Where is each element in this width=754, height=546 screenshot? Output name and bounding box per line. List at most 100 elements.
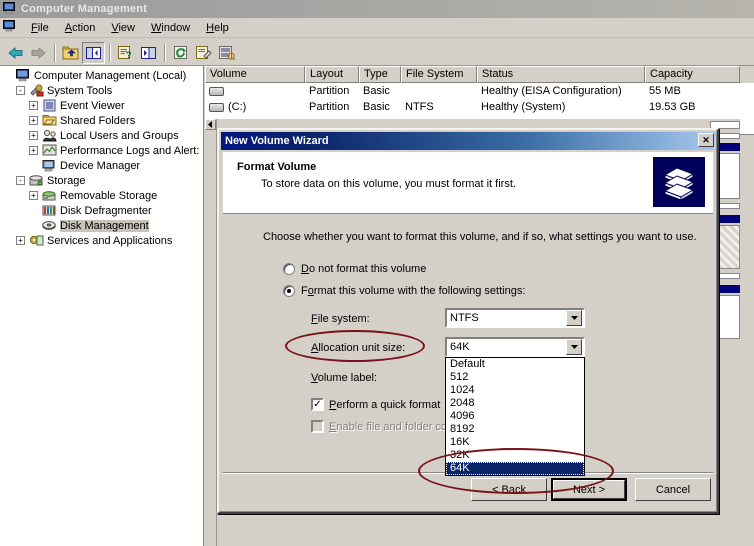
sidebar-item-storage[interactable]: - Storage xyxy=(0,173,203,188)
toolbar-separator xyxy=(54,43,55,62)
pane-splitter[interactable] xyxy=(205,119,217,546)
column-header-file-system[interactable]: File System xyxy=(401,66,477,83)
show-hide-tree-icon[interactable] xyxy=(82,41,105,64)
sidebar-item-disk-defragmenter[interactable]: Disk Defragmenter xyxy=(0,203,203,218)
dropdown-option[interactable]: 512 xyxy=(446,371,584,384)
window-title-bar: Computer Management xyxy=(0,0,754,18)
sidebar-item-device-manager[interactable]: Device Manager xyxy=(0,158,203,173)
radio-format-volume-label: Format this volume with the following se… xyxy=(301,285,526,297)
dropdown-option[interactable]: 8192 xyxy=(446,423,584,436)
dialog-header-title: Format Volume xyxy=(237,161,317,173)
toolbar-separator-3 xyxy=(164,43,165,62)
sidebar-item-label: Disk Management xyxy=(60,219,149,232)
expand-icon[interactable]: + xyxy=(29,191,38,200)
column-header-volume[interactable]: Volume xyxy=(205,66,305,83)
forward-icon xyxy=(27,42,50,64)
dropdown-option[interactable]: 32K xyxy=(446,449,584,462)
sidebar-item-removable-storage[interactable]: + Removable Storage xyxy=(0,188,203,203)
tree-root[interactable]: Computer Management (Local) xyxy=(0,68,203,83)
up-one-level-icon[interactable] xyxy=(59,42,82,64)
close-glyph: ✕ xyxy=(702,134,710,145)
expand-icon[interactable]: + xyxy=(29,116,38,125)
enable-compression-checkbox-row: Enable file and folder co xyxy=(311,420,447,433)
cancel-button[interactable]: Cancel xyxy=(635,478,711,501)
refresh-icon[interactable] xyxy=(169,42,192,64)
radio-format-volume[interactable]: Format this volume with the following se… xyxy=(283,285,525,297)
column-header-layout[interactable]: Layout xyxy=(305,66,359,83)
allocation-unit-size-label: Allocation unit size: xyxy=(311,342,406,354)
users-icon xyxy=(41,129,57,143)
properties-icon[interactable] xyxy=(192,42,215,64)
allocation-unit-size-combobox[interactable]: 64K xyxy=(445,337,585,357)
sidebar-item-shared-folders[interactable]: + Shared Folders xyxy=(0,113,203,128)
shared-folders-icon xyxy=(41,114,57,128)
export-list-icon[interactable] xyxy=(137,42,160,64)
window-title-text: Computer Management xyxy=(21,3,148,15)
radio-do-not-format[interactable]: Do not format this volume xyxy=(283,263,426,275)
performance-icon xyxy=(41,144,57,158)
chevron-down-icon[interactable] xyxy=(566,339,582,355)
collapse-icon[interactable]: - xyxy=(16,86,25,95)
column-header-type[interactable]: Type xyxy=(359,66,401,83)
menu-item-action[interactable]: Action xyxy=(57,20,104,36)
expand-icon[interactable]: + xyxy=(16,236,25,245)
sidebar-item-label: Event Viewer xyxy=(60,99,125,112)
dropdown-option[interactable]: 2048 xyxy=(446,397,584,410)
column-header-capacity[interactable]: Capacity xyxy=(645,66,740,83)
table-row[interactable]: Partition Basic Healthy (EISA Configuratio… xyxy=(205,83,754,99)
sidebar-item-label: Storage xyxy=(47,174,86,187)
back-icon[interactable] xyxy=(4,42,27,64)
cell-type: Basic xyxy=(363,85,390,97)
sidebar-item-event-viewer[interactable]: + Event Viewer xyxy=(0,98,203,113)
table-row[interactable]: (C:) Partition Basic NTFS Healthy (System) 19… xyxy=(205,99,754,115)
properties-help-icon[interactable]: ? xyxy=(114,42,137,64)
sidebar-item-label: Removable Storage xyxy=(60,189,158,202)
sidebar-item-performance-logs-and-alert[interactable]: + Performance Logs and Alert: xyxy=(0,143,203,158)
sidebar-item-system-tools[interactable]: - System Tools xyxy=(0,83,203,98)
dropdown-option[interactable]: 64K xyxy=(446,462,584,475)
expand-icon[interactable]: + xyxy=(29,101,38,110)
menu-item-view[interactable]: View xyxy=(103,20,143,36)
enable-compression-label: Enable file and folder co xyxy=(329,420,448,433)
scroll-left-button[interactable] xyxy=(205,119,216,130)
help-topics-icon[interactable] xyxy=(215,42,238,64)
quick-format-checkbox-row[interactable]: ✓ Perform a quick format xyxy=(311,398,440,411)
radio-button-selected xyxy=(283,285,295,297)
computer-icon xyxy=(3,1,17,17)
dialog-header: Format Volume To store data on this volu… xyxy=(223,152,713,214)
file-system-combobox[interactable]: NTFS xyxy=(445,308,585,328)
expand-icon[interactable]: + xyxy=(29,131,38,140)
menu-bar: File Action View Window Help xyxy=(0,18,754,38)
sidebar-item-label: Disk Defragmenter xyxy=(60,204,152,217)
sidebar-item-disk-management[interactable]: Disk Management xyxy=(0,218,203,233)
cell-filesystem: NTFS xyxy=(405,101,434,113)
close-icon[interactable]: ✕ xyxy=(698,133,714,147)
checkbox-checked[interactable]: ✓ xyxy=(311,398,324,411)
dropdown-option[interactable]: 1024 xyxy=(446,384,584,397)
dropdown-option[interactable]: 16K xyxy=(446,436,584,449)
menu-item-window[interactable]: Window xyxy=(143,20,198,36)
volume-label-label: Volume label: xyxy=(311,372,378,384)
dropdown-option[interactable]: 4096 xyxy=(446,410,584,423)
back-button[interactable]: < Back xyxy=(471,478,547,501)
expand-icon[interactable]: + xyxy=(29,146,38,155)
chevron-down-icon[interactable] xyxy=(566,310,582,326)
radio-do-not-format-label: Do not format this volume xyxy=(301,263,427,275)
next-button[interactable]: Next > xyxy=(551,478,627,501)
cell-volume xyxy=(205,86,305,96)
new-volume-wizard-dialog: New Volume Wizard ✕ Format Volume To sto… xyxy=(217,128,719,514)
dialog-title-bar[interactable]: New Volume Wizard xyxy=(221,132,715,150)
sidebar-item-label: Device Manager xyxy=(60,159,141,172)
sidebar-item-local-users-and-groups[interactable]: + Local Users and Groups xyxy=(0,128,203,143)
sidebar-item-services-and-applications[interactable]: + Services and Applications xyxy=(0,233,203,248)
dropdown-option[interactable]: Default xyxy=(446,358,584,371)
cell-layout: Partition xyxy=(309,85,350,97)
allocation-unit-size-dropdown-list[interactable]: Default 512 1024 2048 4096 8192 16K 32K 64K xyxy=(445,357,585,476)
console-tree[interactable]: Computer Management (Local) - System Tool… xyxy=(0,66,204,546)
collapse-icon[interactable]: - xyxy=(16,176,25,185)
column-header-status[interactable]: Status xyxy=(477,66,645,83)
storage-icon xyxy=(28,174,44,188)
menu-item-help[interactable]: Help xyxy=(198,20,237,36)
cell-capacity: 19.53 GB xyxy=(649,101,696,113)
menu-item-file[interactable]: File xyxy=(23,20,57,36)
